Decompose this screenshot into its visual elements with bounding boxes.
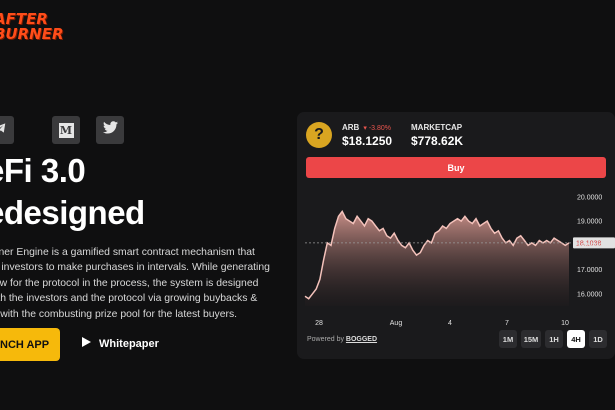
medium-icon: M — [58, 122, 74, 138]
hero-description: rburner Engine is a gamified smart contr… — [0, 245, 300, 322]
description-line: izes investors to make purchases in inte… — [0, 262, 270, 274]
telegram-icon — [0, 121, 7, 140]
logo-line-2: BURNER — [0, 25, 64, 43]
y-tick-label: 20.0000 — [577, 194, 602, 201]
y-axis: 20.0000 19.0000 18.0000 17.0000 16.0000 — [577, 194, 602, 298]
token-icon: ? — [306, 122, 332, 148]
timeframe-label: 1D — [593, 334, 603, 344]
token-symbol-row: ARB ▾ -3.80% — [342, 123, 391, 132]
social-links: M — [0, 116, 140, 144]
timeframe-label: 1H — [549, 334, 559, 344]
x-tick-label: 4 — [448, 320, 452, 327]
play-icon — [82, 337, 91, 350]
timeframe-label: 1M — [502, 334, 514, 344]
price-change-value: -3.80% — [368, 125, 391, 132]
headline-line-2: edesigned — [0, 194, 145, 231]
whitepaper-label: Whitepaper — [99, 337, 159, 350]
x-tick-label: Aug — [390, 320, 403, 327]
x-axis: 28 Aug 4 7 10 — [315, 320, 569, 327]
buy-label: Buy — [447, 162, 465, 173]
price-widget: ? ARB ▾ -3.80% $18.1250 MARKETCAP $778.62… — [297, 112, 615, 359]
hero-headline: eFi 3.0 edesigned — [0, 150, 145, 234]
timeframe-label: 15M — [523, 334, 539, 344]
token-price: $18.1250 — [342, 134, 393, 148]
y-tick-label: 18.0000 — [577, 243, 602, 250]
launch-app-label: NCH APP — [0, 338, 50, 351]
y-tick-label: 17.0000 — [577, 267, 602, 274]
x-tick-label: 7 — [505, 320, 509, 327]
y-tick-label: 19.0000 — [577, 219, 602, 226]
timeframe-1m[interactable]: 1M — [499, 330, 517, 348]
headline-line-1: eFi 3.0 — [0, 152, 86, 189]
whitepaper-link[interactable]: Whitepaper — [82, 337, 159, 350]
description-line: t both the investors and the protocol vi… — [0, 293, 258, 305]
medium-button[interactable]: M — [52, 116, 80, 144]
description-line: ong with the combusting prize pool for t… — [0, 308, 238, 320]
price-change: ▾ -3.80% — [363, 125, 391, 132]
description-line: rburner Engine is a gamified smart contr… — [0, 247, 255, 258]
twitter-icon — [102, 121, 118, 139]
powered-by: Powered by BOGGED — [307, 336, 377, 343]
brand-logo[interactable]: AFTER BURNER — [0, 12, 64, 43]
y-tick-label: 16.0000 — [577, 291, 602, 298]
description-line: n flow for the protocol in the process, … — [0, 277, 259, 289]
token-symbol: ARB — [342, 123, 360, 132]
telegram-button[interactable] — [0, 116, 14, 144]
powered-prefix: Powered by — [307, 336, 344, 343]
launch-app-button[interactable]: NCH APP — [0, 328, 60, 361]
marketcap-label: MARKETCAP — [411, 123, 463, 132]
timeframe-1d[interactable]: 1D — [589, 330, 607, 348]
powered-link[interactable]: BOGGED — [346, 336, 377, 343]
marketcap-value: $778.62K — [411, 134, 464, 148]
timeframe-label: 4H — [571, 334, 581, 344]
price-chart[interactable]: 18.1038 20.000019.000018.000017.000016.0… — [297, 184, 615, 332]
x-tick-label: 28 — [315, 320, 323, 327]
x-tick-label: 10 — [561, 320, 569, 327]
timeframe-15m[interactable]: 15M — [521, 330, 541, 348]
price-area — [305, 211, 569, 306]
timeframe-1h[interactable]: 1H — [545, 330, 563, 348]
twitter-button[interactable] — [96, 116, 124, 144]
buy-button[interactable]: Buy — [306, 157, 606, 178]
timeframe-4h[interactable]: 4H — [567, 330, 585, 348]
